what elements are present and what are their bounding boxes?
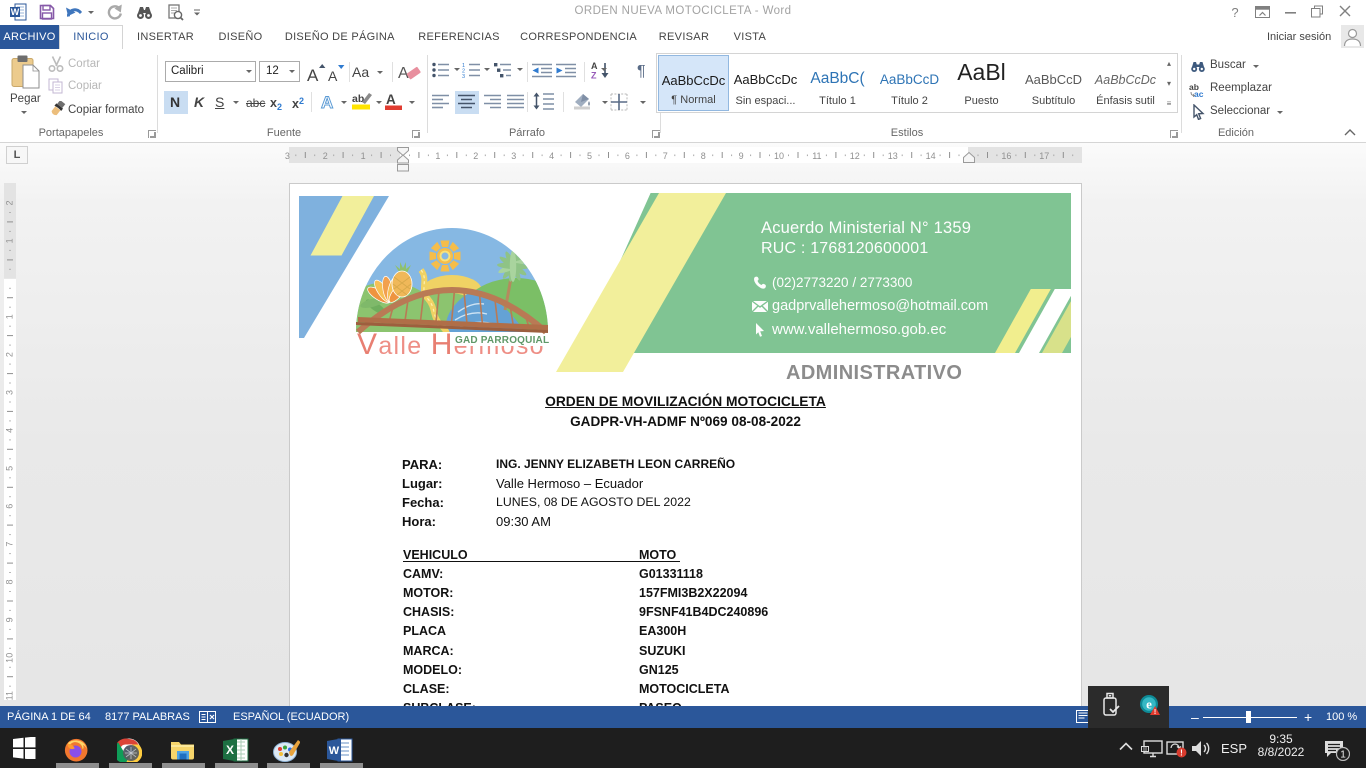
svg-text:A: A	[591, 61, 598, 71]
svg-text:3: 3	[285, 151, 290, 161]
svg-text:A: A	[321, 93, 333, 112]
svg-text:W: W	[11, 7, 20, 17]
svg-text:10: 10	[774, 151, 784, 161]
svg-text:11: 11	[4, 691, 14, 700]
svg-text:1: 1	[4, 314, 14, 319]
svg-text:X: X	[226, 743, 234, 757]
svg-text:4: 4	[4, 428, 14, 433]
svg-text:A: A	[386, 92, 396, 107]
svg-text:2: 2	[4, 200, 14, 205]
svg-text:7: 7	[4, 542, 14, 547]
svg-text:1: 1	[4, 238, 14, 243]
svg-text:5: 5	[587, 151, 592, 161]
svg-text:e: e	[1146, 697, 1152, 712]
svg-text:2: 2	[473, 151, 478, 161]
svg-text:!: !	[1180, 749, 1183, 758]
svg-text:3: 3	[511, 151, 516, 161]
svg-text:¶: ¶	[637, 63, 646, 79]
svg-text:ab: ab	[352, 93, 364, 105]
svg-text:2: 2	[4, 352, 14, 357]
svg-text:14: 14	[926, 151, 936, 161]
svg-text:1: 1	[1340, 750, 1346, 761]
svg-text:10: 10	[4, 653, 14, 663]
svg-text:3: 3	[4, 390, 14, 395]
svg-text:8: 8	[701, 151, 706, 161]
svg-text:4: 4	[549, 151, 554, 161]
svg-text:?: ?	[1231, 5, 1238, 19]
svg-text:5: 5	[4, 466, 14, 471]
svg-text:A: A	[328, 68, 338, 83]
svg-text:11: 11	[812, 151, 821, 161]
svg-text:12: 12	[850, 151, 860, 161]
svg-text:9: 9	[4, 617, 14, 622]
svg-text:9: 9	[739, 151, 744, 161]
svg-text:ac: ac	[1194, 89, 1204, 97]
svg-text:Z: Z	[591, 71, 597, 80]
svg-text:13: 13	[888, 151, 898, 161]
svg-text:A: A	[307, 66, 319, 83]
svg-text:W: W	[329, 745, 340, 757]
svg-text:6: 6	[4, 504, 14, 509]
svg-text:7: 7	[663, 151, 668, 161]
svg-text:3: 3	[462, 74, 465, 78]
svg-text:16: 16	[1001, 151, 1011, 161]
svg-text:1: 1	[361, 151, 366, 161]
svg-text:!: !	[1154, 709, 1156, 716]
svg-text:1: 1	[435, 151, 440, 161]
svg-text:6: 6	[625, 151, 630, 161]
svg-text:2: 2	[323, 151, 328, 161]
svg-text:17: 17	[1039, 151, 1049, 161]
svg-text:8: 8	[4, 579, 14, 584]
